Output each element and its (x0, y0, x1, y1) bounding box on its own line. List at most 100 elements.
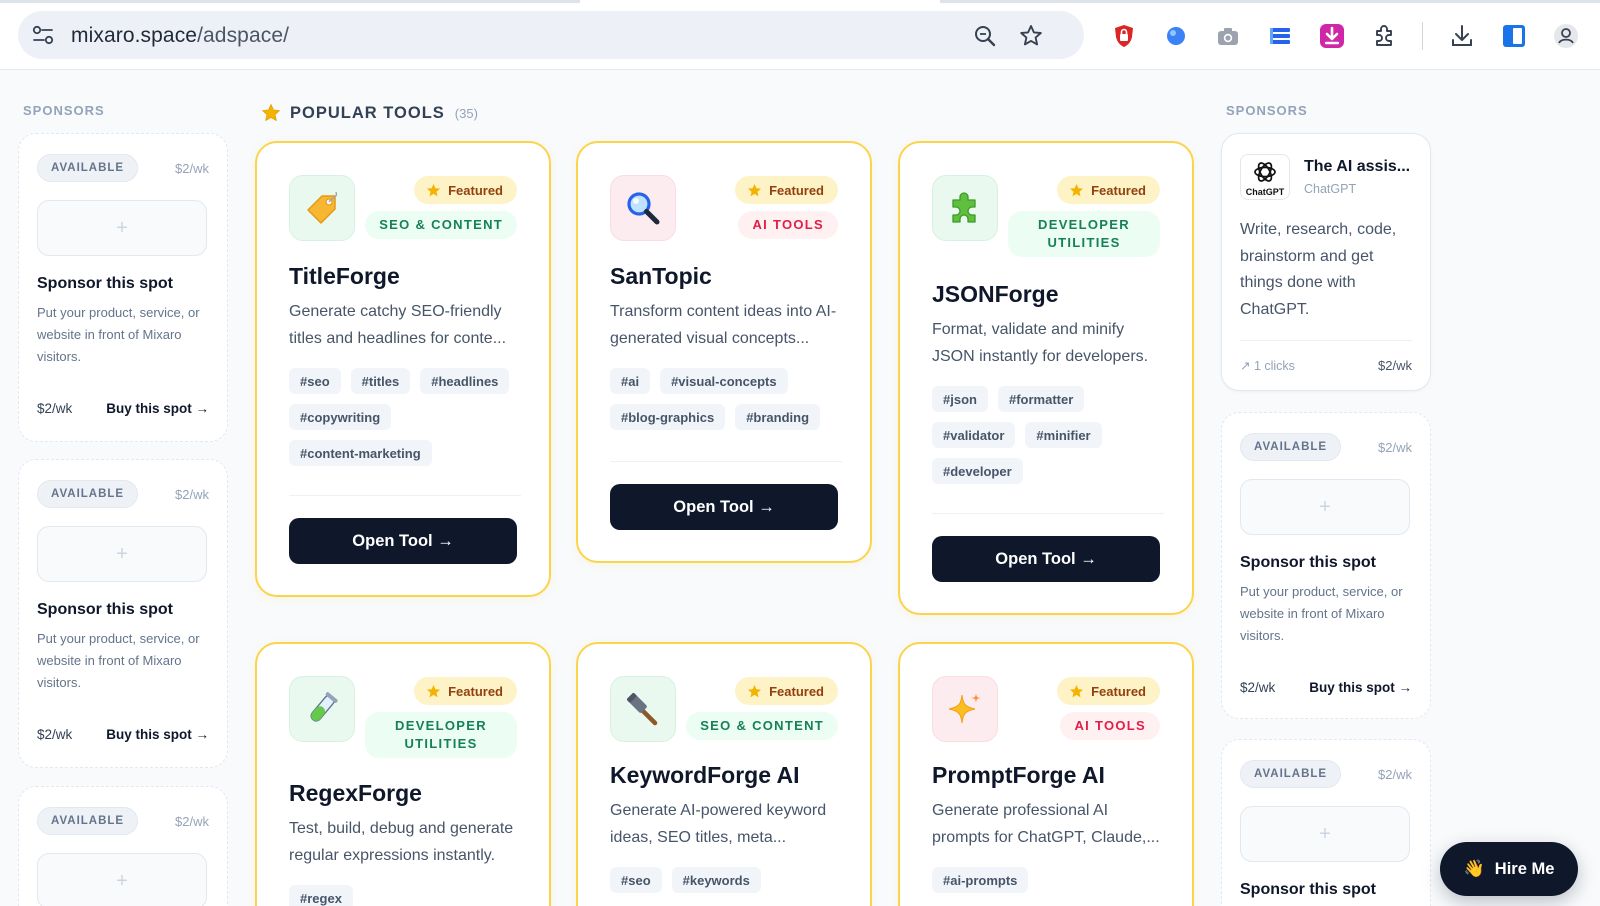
ad-title[interactable]: The AI assis... (1304, 158, 1410, 176)
tool-card[interactable]: Featured DEVELOPER UTILITIES RegexForge … (255, 642, 551, 906)
bookmark-star-icon[interactable] (1018, 23, 1044, 49)
category-badge[interactable]: AI TOOLS (738, 211, 838, 239)
adblock-shield-icon[interactable] (1110, 22, 1138, 50)
divider (610, 461, 842, 462)
address-bar[interactable]: mixaro.space/adspace/ (18, 11, 1084, 59)
tag[interactable]: #titles (350, 368, 411, 394)
featured-badge: Featured (735, 677, 838, 705)
tag[interactable]: #ai (610, 368, 651, 394)
profile-icon[interactable] (1552, 22, 1580, 50)
sparkles-icon (932, 676, 998, 742)
availability-badge: AVAILABLE (1240, 433, 1342, 461)
url-domain: mixaro.space (71, 24, 198, 47)
url-text[interactable]: mixaro.space/adspace/ (71, 24, 289, 48)
category-badge[interactable]: SEO & CONTENT (686, 712, 838, 740)
sponsor-slot-card[interactable]: AVAILABLE $2/wk + (18, 786, 228, 906)
add-slot-placeholder[interactable]: + (37, 200, 207, 256)
sponsor-slot-card[interactable]: AVAILABLE $2/wk + Sponsor this spot (1221, 739, 1431, 906)
tag[interactable]: #ai-prompts (932, 867, 1029, 893)
tool-card[interactable]: Featured SEO & CONTENT KeywordForge AI G… (576, 642, 872, 906)
sponsor-slot-card[interactable]: AVAILABLE $2/wk + Sponsor this spot Put … (18, 459, 228, 768)
availability-badge: AVAILABLE (37, 480, 139, 508)
add-slot-placeholder[interactable]: + (37, 853, 207, 906)
slot-price: $2/wk (175, 487, 209, 502)
tag-list: #regex (289, 885, 529, 906)
tool-count: (35) (454, 105, 478, 121)
ad-description: Write, research, code, brainstorm and ge… (1240, 221, 1397, 318)
tag[interactable]: #json (932, 386, 988, 412)
tag[interactable]: #copywriting (289, 404, 392, 430)
star-icon (748, 183, 762, 196)
tag[interactable]: #headlines (420, 368, 510, 394)
tool-card[interactable]: Featured SEO & CONTENT TitleForge Genera… (255, 141, 551, 597)
open-tool-button[interactable]: Open Tool → (610, 484, 838, 530)
tag[interactable]: #blog-graphics (610, 404, 726, 430)
sponsor-slot-card[interactable]: AVAILABLE $2/wk + Sponsor this spot Put … (18, 133, 228, 442)
buy-spot-link[interactable]: Buy this spot → (106, 727, 209, 742)
list-extension-icon[interactable] (1266, 22, 1294, 50)
tool-description: Generate professional AI prompts for Cha… (932, 802, 1160, 846)
puzzle-piece-icon (932, 175, 998, 241)
ad-clicks: ↗ 1 clicks (1240, 359, 1295, 373)
availability-badge: AVAILABLE (37, 154, 139, 182)
tag[interactable]: #content-marketing (289, 440, 432, 466)
tool-name[interactable]: RegexForge (289, 780, 422, 807)
tag[interactable]: #validator (932, 422, 1016, 448)
section-title: POPULAR TOOLS (290, 103, 445, 122)
tag[interactable]: #keywords (671, 867, 761, 893)
tag-list: #ai-prompts (932, 867, 1172, 893)
toolbar-divider (1422, 22, 1423, 50)
tool-card[interactable]: Featured AI TOOLS PromptForge AI Generat… (898, 642, 1194, 906)
logo-wordmark: ChatGPT (1245, 186, 1285, 197)
add-slot-placeholder[interactable]: + (1240, 806, 1410, 862)
featured-badge: Featured (1057, 677, 1160, 705)
category-badge[interactable]: DEVELOPER UTILITIES (365, 712, 517, 758)
tag[interactable]: #visual-concepts (660, 368, 788, 394)
extensions-puzzle-icon[interactable] (1370, 22, 1398, 50)
tag[interactable]: #formatter (997, 386, 1085, 412)
sponsor-title: Sponsor this spot (37, 275, 173, 292)
category-badge[interactable]: DEVELOPER UTILITIES (1008, 211, 1160, 257)
tab-strip-edge (0, 0, 1600, 3)
open-tool-button[interactable]: Open Tool → (289, 518, 517, 564)
tool-card[interactable]: Featured DEVELOPER UTILITIES JSONForge F… (898, 141, 1194, 615)
sidebar-icon[interactable] (1500, 22, 1528, 50)
camera-icon[interactable] (1214, 22, 1242, 50)
slot-price-bottom: $2/wk (37, 727, 73, 742)
buy-spot-link[interactable]: Buy this spot → (1309, 680, 1412, 695)
downloads-icon[interactable] (1448, 22, 1476, 50)
buy-spot-link[interactable]: Buy this spot → (106, 401, 209, 416)
hire-me-button[interactable]: 👋 Hire Me (1440, 842, 1578, 896)
tag[interactable]: #seo (610, 867, 662, 893)
tag[interactable]: #regex (289, 885, 353, 906)
tool-name[interactable]: TitleForge (289, 263, 400, 290)
sponsor-description: Put your product, service, or website in… (37, 305, 200, 364)
slot-price: $2/wk (1378, 767, 1412, 782)
category-badge[interactable]: SEO & CONTENT (365, 211, 517, 239)
site-settings-icon[interactable] (32, 25, 54, 45)
featured-label: Featured (1091, 683, 1146, 699)
star-icon (1070, 684, 1084, 697)
tag[interactable]: #minifier (1025, 422, 1102, 448)
add-slot-placeholder[interactable]: + (37, 526, 207, 582)
download-extension-icon[interactable] (1318, 22, 1346, 50)
category-badge[interactable]: AI TOOLS (1060, 712, 1160, 740)
tool-card[interactable]: Featured AI TOOLS SanTopic Transform con… (576, 141, 872, 563)
open-tool-button[interactable]: Open Tool → (932, 536, 1160, 582)
sponsor-slot-card[interactable]: AVAILABLE $2/wk + Sponsor this spot Put … (1221, 412, 1431, 719)
tool-name[interactable]: JSONForge (932, 281, 1059, 308)
blue-dot-extension-icon[interactable] (1162, 22, 1190, 50)
tool-name[interactable]: SanTopic (610, 263, 712, 290)
tag[interactable]: #seo (289, 368, 341, 394)
tag[interactable]: #developer (932, 458, 1023, 484)
featured-badge: Featured (414, 176, 517, 204)
sponsor-ad-card[interactable]: ChatGPT The AI assis... ChatGPT Write, r… (1221, 133, 1431, 391)
tool-name[interactable]: KeywordForge AI (610, 762, 800, 789)
tool-name[interactable]: PromptForge AI (932, 762, 1105, 789)
featured-label: Featured (448, 683, 503, 699)
tool-description: Generate AI-powered keyword ideas, SEO t… (610, 802, 827, 846)
tag[interactable]: #branding (735, 404, 821, 430)
zoom-icon[interactable] (972, 23, 998, 49)
chatgpt-logo-icon: ChatGPT (1240, 154, 1290, 200)
add-slot-placeholder[interactable]: + (1240, 479, 1410, 535)
